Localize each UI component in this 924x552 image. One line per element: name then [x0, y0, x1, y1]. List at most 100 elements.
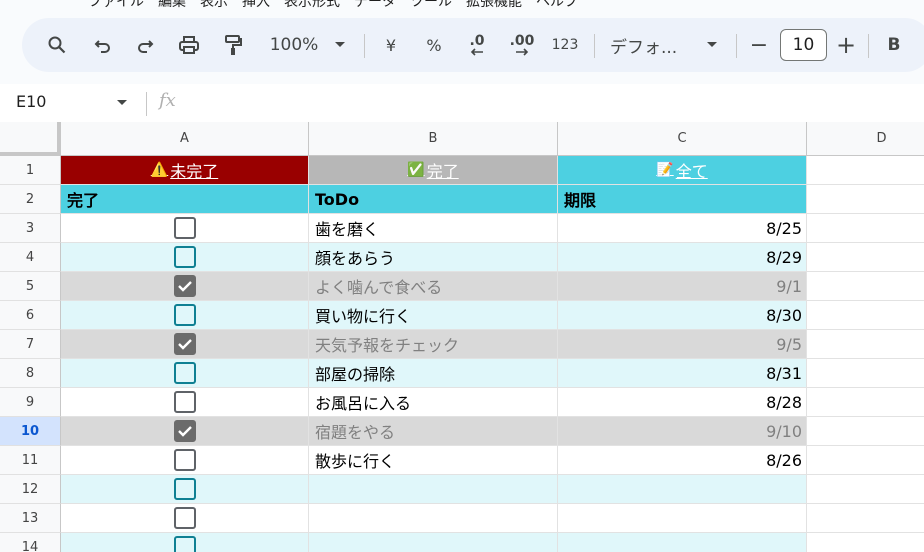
task-deadline[interactable]: 8/25 — [558, 214, 807, 243]
empty-cell[interactable] — [807, 301, 924, 330]
task-checkbox[interactable] — [173, 275, 196, 297]
row-header-13[interactable]: 13 — [0, 504, 61, 533]
currency-format-button[interactable]: ¥ — [378, 18, 404, 72]
font-select[interactable]: デフォ... — [610, 18, 690, 72]
row-header-11[interactable]: 11 — [0, 446, 61, 475]
task-checkbox[interactable] — [173, 507, 196, 529]
increase-decimal-button[interactable]: .00 — [504, 18, 540, 72]
increase-font-size-button[interactable]: + — [834, 18, 858, 72]
empty-cell[interactable] — [807, 504, 924, 533]
chevron-down-icon[interactable] — [116, 99, 128, 107]
task-todo[interactable]: 天気予報をチェック — [309, 330, 558, 359]
task-checkbox[interactable] — [173, 217, 196, 239]
menu-edit[interactable]: 編集 — [158, 0, 186, 10]
row-header-1[interactable]: 1 — [0, 156, 61, 185]
row-header-5[interactable]: 5 — [0, 272, 61, 301]
filter-all-link[interactable]: 📝 全て — [656, 158, 707, 182]
task-todo[interactable]: お風呂に入る — [309, 388, 558, 417]
column-header-a[interactable]: A — [61, 122, 309, 156]
row-header-10[interactable]: 10 — [0, 417, 61, 446]
redo-icon[interactable] — [130, 18, 160, 72]
empty-cell[interactable] — [807, 214, 924, 243]
row-header-4[interactable]: 4 — [0, 243, 61, 272]
column-header-c[interactable]: C — [558, 122, 807, 156]
task-todo[interactable]: 部屋の掃除 — [309, 359, 558, 388]
row-header-8[interactable]: 8 — [0, 359, 61, 388]
menu-extensions[interactable]: 拡張機能 — [466, 0, 522, 10]
column-header-d[interactable]: D — [807, 122, 924, 156]
task-todo[interactable]: よく噛んで食べる — [309, 272, 558, 301]
task-checkbox[interactable] — [173, 420, 196, 442]
empty-cell[interactable] — [807, 243, 924, 272]
select-all-corner[interactable] — [0, 122, 61, 156]
task-todo[interactable] — [309, 533, 558, 552]
filter-done-link[interactable]: ✅ 完了 — [407, 158, 458, 182]
empty-cell[interactable] — [807, 388, 924, 417]
empty-cell[interactable] — [807, 359, 924, 388]
row-header-9[interactable]: 9 — [0, 388, 61, 417]
zoom-select[interactable]: 100% — [264, 18, 324, 72]
task-deadline[interactable] — [558, 533, 807, 552]
menu-data[interactable]: データ — [354, 0, 396, 10]
task-checkbox[interactable] — [173, 333, 196, 355]
chevron-down-icon[interactable] — [330, 18, 350, 72]
task-deadline[interactable]: 8/31 — [558, 359, 807, 388]
search-icon[interactable] — [42, 18, 72, 72]
menu-view[interactable]: 表示 — [200, 0, 228, 10]
row-header-7[interactable]: 7 — [0, 330, 61, 359]
chevron-down-icon[interactable] — [702, 18, 722, 72]
task-deadline[interactable]: 8/28 — [558, 388, 807, 417]
header-done[interactable]: 完了 — [61, 185, 309, 214]
empty-cell[interactable] — [807, 533, 924, 552]
task-deadline[interactable]: 9/1 — [558, 272, 807, 301]
task-todo[interactable]: 歯を磨く — [309, 214, 558, 243]
task-checkbox[interactable] — [173, 536, 196, 552]
task-todo[interactable]: 買い物に行く — [309, 301, 558, 330]
row-header-12[interactable]: 12 — [0, 475, 61, 504]
empty-cell[interactable] — [807, 417, 924, 446]
task-checkbox[interactable] — [173, 362, 196, 384]
filter-incomplete-link[interactable]: ⚠️ 未完了 — [151, 158, 218, 182]
font-size-input[interactable]: 10 — [780, 29, 827, 61]
row-header-3[interactable]: 3 — [0, 214, 61, 243]
row-header-2[interactable]: 2 — [0, 185, 61, 214]
task-checkbox[interactable] — [173, 304, 196, 326]
task-todo[interactable]: 宿題をやる — [309, 417, 558, 446]
task-deadline[interactable]: 8/29 — [558, 243, 807, 272]
header-todo[interactable]: ToDo — [309, 185, 558, 214]
empty-cell[interactable] — [807, 272, 924, 301]
print-icon[interactable] — [174, 18, 204, 72]
empty-cell[interactable] — [807, 446, 924, 475]
percent-format-button[interactable]: % — [420, 18, 448, 72]
paint-format-icon[interactable] — [218, 18, 248, 72]
empty-cell[interactable] — [807, 330, 924, 359]
task-todo[interactable]: 散歩に行く — [309, 446, 558, 475]
bold-button[interactable]: B — [882, 18, 906, 72]
undo-icon[interactable] — [88, 18, 118, 72]
task-todo[interactable]: 顔をあらう — [309, 243, 558, 272]
empty-cell[interactable] — [807, 475, 924, 504]
task-deadline[interactable]: 8/26 — [558, 446, 807, 475]
task-todo[interactable] — [309, 475, 558, 504]
header-deadline[interactable]: 期限 — [558, 185, 807, 214]
task-deadline[interactable] — [558, 504, 807, 533]
menu-tools[interactable]: ツール — [410, 0, 452, 10]
number-format-button[interactable]: 123 — [548, 18, 582, 72]
cell-d2[interactable] — [807, 185, 924, 214]
column-header-b[interactable]: B — [309, 122, 558, 156]
cell-d1[interactable] — [807, 156, 924, 185]
row-header-14[interactable]: 14 — [0, 533, 61, 552]
task-checkbox[interactable] — [173, 391, 196, 413]
task-deadline[interactable] — [558, 475, 807, 504]
task-checkbox[interactable] — [173, 449, 196, 471]
task-deadline[interactable]: 8/30 — [558, 301, 807, 330]
row-header-6[interactable]: 6 — [0, 301, 61, 330]
name-box[interactable]: E10 — [16, 92, 46, 111]
task-todo[interactable] — [309, 504, 558, 533]
decrease-font-size-button[interactable]: − — [748, 18, 770, 72]
task-deadline[interactable]: 9/10 — [558, 417, 807, 446]
task-checkbox[interactable] — [173, 246, 196, 268]
menu-help[interactable]: ヘルプ — [536, 0, 578, 10]
decrease-decimal-button[interactable]: .0 — [460, 18, 494, 72]
menu-format[interactable]: 表示形式 — [284, 0, 340, 10]
